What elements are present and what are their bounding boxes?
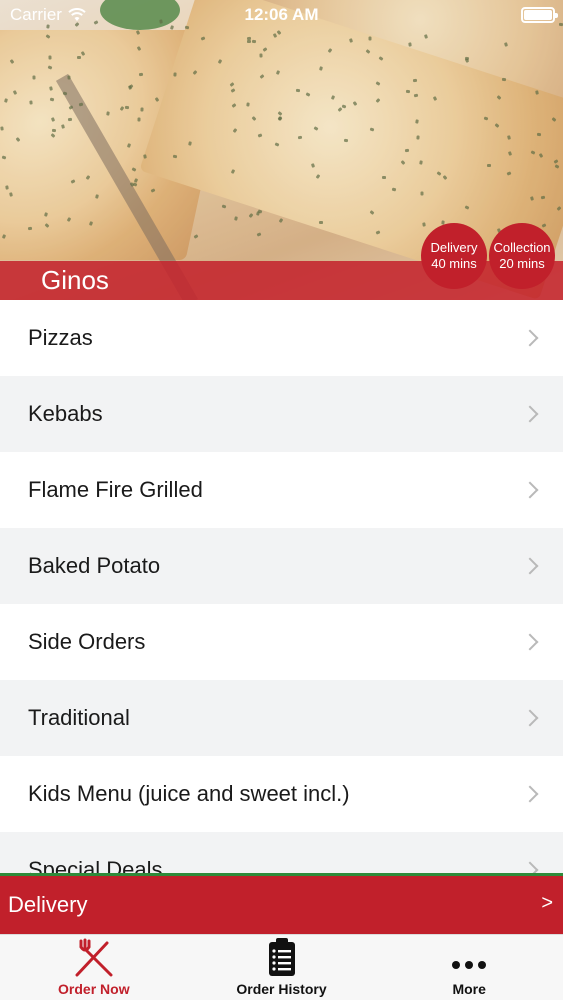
tab-label: More (452, 981, 486, 997)
menu-item-label: Traditional (28, 705, 130, 730)
menu-item-kebabs[interactable]: Kebabs (0, 376, 563, 452)
menu-category-list: Pizzas Kebabs Flame Fire Grilled Baked P… (0, 300, 563, 874)
menu-item-label: Pizzas (28, 325, 93, 350)
fork-knife-icon (75, 938, 113, 977)
menu-item-side-orders[interactable]: Side Orders (0, 604, 563, 680)
menu-item-flame-fire-grilled[interactable]: Flame Fire Grilled (0, 452, 563, 528)
collection-badge-label: Collection (493, 240, 551, 255)
status-time: 12:06 AM (244, 5, 319, 24)
tab-label: Order Now (58, 981, 130, 997)
tab-label: Order History (236, 981, 327, 997)
menu-item-label: Special Deals (28, 857, 163, 874)
delivery-time-badge: Delivery 40 mins (421, 223, 487, 289)
menu-item-traditional[interactable]: Traditional (0, 680, 563, 756)
chevron-right-icon (521, 633, 539, 651)
tab-more[interactable]: More (375, 935, 563, 1000)
menu-item-label: Kids Menu (juice and sweet incl.) (28, 781, 350, 806)
tab-bar: Order Now Order History More (0, 934, 563, 1000)
chevron-right-icon (521, 709, 539, 727)
delivery-badge-label: Delivery (430, 240, 478, 255)
menu-item-label: Baked Potato (28, 553, 161, 578)
order-type-label: Delivery (8, 892, 88, 917)
order-type-bar[interactable]: Delivery > (0, 876, 563, 934)
status-bar: Carrier 12:06 AM (0, 0, 563, 30)
chevron-right-icon (521, 405, 539, 423)
order-type-arrow: > (541, 892, 553, 914)
menu-item-label: Kebabs (28, 401, 103, 426)
menu-item-baked-potato[interactable]: Baked Potato (0, 528, 563, 604)
menu-item-kids-menu[interactable]: Kids Menu (juice and sweet incl.) (0, 756, 563, 832)
menu-item-label: Flame Fire Grilled (28, 477, 203, 502)
collection-badge-time: 20 mins (499, 256, 545, 271)
clipboard-list-icon (268, 938, 295, 976)
collection-time-badge: Collection 20 mins (489, 223, 555, 289)
tab-order-now[interactable]: Order Now (0, 935, 188, 1000)
restaurant-name: Ginos (41, 265, 109, 295)
chevron-right-icon (521, 481, 539, 499)
delivery-badge-time: 40 mins (431, 256, 477, 271)
battery-icon (521, 7, 558, 23)
chevron-right-icon (521, 329, 539, 347)
tab-order-history[interactable]: Order History (188, 935, 376, 1000)
menu-item-label: Side Orders (28, 629, 146, 654)
chevron-right-icon (521, 785, 539, 803)
chevron-right-icon (521, 557, 539, 575)
menu-item-pizzas[interactable]: Pizzas (0, 300, 563, 376)
more-dots-icon (452, 961, 487, 969)
menu-item-special-deals[interactable]: Special Deals (0, 832, 563, 874)
